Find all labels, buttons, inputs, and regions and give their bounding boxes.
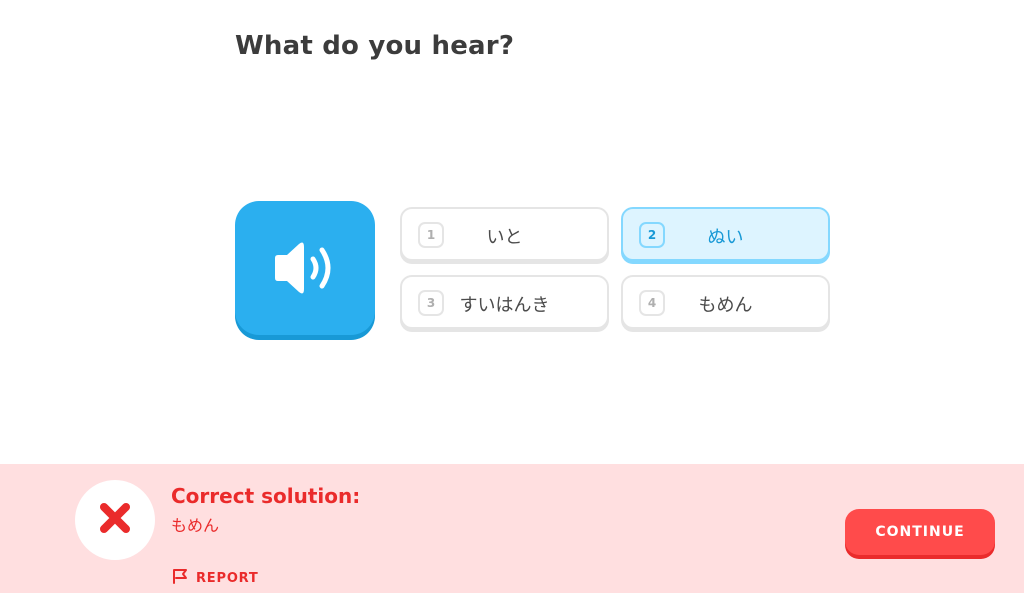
choice-label: いと [486, 227, 523, 248]
speaker-icon [269, 238, 341, 298]
choice-label: すいはんき [459, 295, 550, 316]
result-badge [75, 480, 155, 560]
page-title: What do you hear? [235, 31, 515, 62]
choice-label: ぬい [707, 227, 744, 248]
flag-icon [172, 568, 190, 588]
feedback-banner: Correct solution: もめん REPORT CONTINUE [0, 464, 1024, 593]
continue-label: CONTINUE [875, 524, 965, 540]
feedback-title: Correct solution: [171, 484, 361, 508]
choice-option-2[interactable]: 2 ぬい [621, 207, 830, 261]
choice-option-1[interactable]: 1 いと [400, 207, 609, 261]
report-button[interactable]: REPORT [172, 568, 259, 588]
play-audio-button[interactable] [235, 201, 375, 335]
challenge-page: What do you hear? 1 いと 2 ぬい 3 すいはんき 4 もめ… [0, 0, 1024, 593]
report-label: REPORT [196, 570, 259, 586]
choice-option-4[interactable]: 4 もめん [621, 275, 830, 329]
correct-answer: もめん [171, 516, 220, 535]
choice-label: もめん [698, 295, 753, 316]
choice-option-3[interactable]: 3 すいはんき [400, 275, 609, 329]
continue-button[interactable]: CONTINUE [845, 509, 995, 555]
x-mark-icon [98, 501, 132, 539]
